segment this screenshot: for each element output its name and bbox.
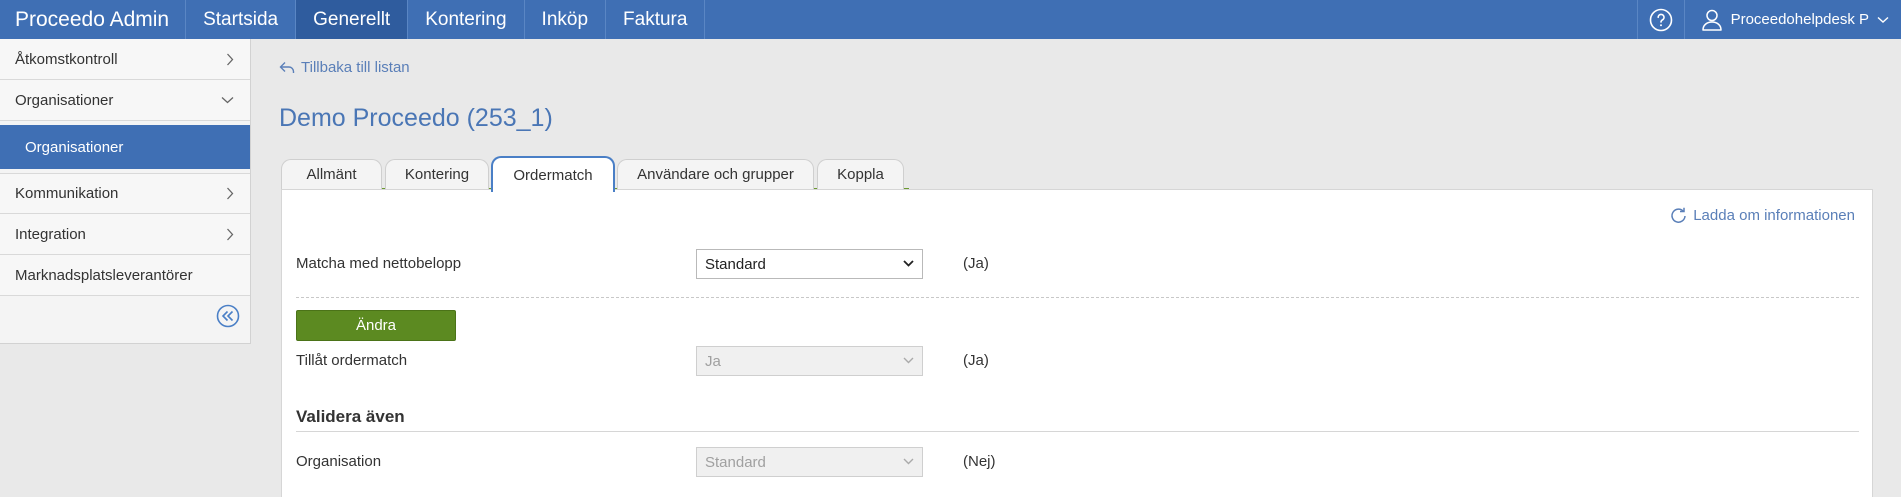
back-link-label: Tillbaka till listan	[301, 59, 410, 76]
nav-kontering[interactable]: Kontering	[408, 0, 525, 39]
tab-kontering[interactable]: Kontering	[385, 159, 489, 189]
chevron-down-icon	[903, 357, 914, 364]
sidebar-collapse-area	[0, 296, 250, 336]
section-divider	[296, 431, 1859, 432]
chevron-down-icon	[903, 458, 914, 465]
reload-info-link[interactable]: Ladda om informationen	[1670, 207, 1855, 224]
sidebar-subitem-organisationer[interactable]: Organisationer	[0, 125, 250, 169]
page-title: Demo Proceedo (253_1)	[279, 104, 553, 132]
organisation-note: (Nej)	[963, 453, 996, 470]
net-amount-value: Standard	[705, 255, 766, 273]
back-arrow-icon	[279, 62, 295, 73]
sidebar: Åtkomstkontroll Organisationer Organisat…	[0, 39, 251, 344]
nav-startsida[interactable]: Startsida	[186, 0, 297, 39]
top-right-area: Proceedohelpdesk P	[1636, 0, 1901, 39]
nav-generellt[interactable]: Generellt	[296, 0, 409, 39]
tab-allmant[interactable]: Allmänt	[281, 159, 382, 189]
chevron-right-icon	[227, 187, 234, 200]
user-icon	[1701, 9, 1722, 31]
sidebar-item-label: Organisationer	[15, 91, 114, 109]
net-amount-label: Matcha med nettobelopp	[296, 255, 462, 272]
back-to-list-link[interactable]: Tillbaka till listan	[279, 59, 410, 76]
net-amount-select[interactable]: Standard	[696, 249, 923, 279]
sidebar-item-label: Integration	[15, 225, 86, 243]
ordermatch-panel: Ladda om informationen Matcha med nettob…	[281, 189, 1873, 497]
sidebar-item-organisationer[interactable]: Organisationer	[0, 80, 250, 121]
nav-inkop[interactable]: Inköp	[525, 0, 607, 39]
nav-faktura[interactable]: Faktura	[606, 0, 706, 39]
organisation-label: Organisation	[296, 453, 382, 470]
chevron-down-icon	[903, 260, 914, 267]
sidebar-item-label: Åtkomstkontroll	[15, 50, 118, 68]
organisation-select: Standard	[696, 447, 923, 477]
chevron-right-icon	[227, 53, 234, 65]
user-menu[interactable]: Proceedohelpdesk P	[1685, 0, 1901, 39]
allow-ordermatch-select: Ja	[696, 346, 923, 376]
sidebar-item-kommunikation[interactable]: Kommunikation	[0, 173, 250, 214]
allow-ordermatch-note: (Ja)	[963, 352, 989, 369]
refresh-icon	[1671, 207, 1686, 223]
allow-ordermatch-label: Tillåt ordermatch	[296, 352, 408, 369]
divider	[296, 297, 1859, 298]
sidebar-item-marknadsplatsleverantorer[interactable]: Marknadsplatsleverantörer	[0, 255, 250, 296]
help-button[interactable]	[1636, 0, 1685, 39]
top-navbar: Proceedo Admin Startsida Generellt Konte…	[0, 0, 1901, 39]
change-button[interactable]: Ändra	[296, 310, 456, 341]
help-icon	[1649, 8, 1672, 31]
chevron-right-icon	[227, 228, 234, 240]
allow-ordermatch-value: Ja	[705, 352, 721, 370]
user-name: Proceedohelpdesk P	[1730, 11, 1869, 28]
sidebar-item-label: Kommunikation	[15, 185, 119, 202]
sidebar-item-atkomstkontroll[interactable]: Åtkomstkontroll	[0, 39, 250, 80]
collapse-sidebar-icon[interactable]	[216, 304, 240, 328]
tab-bar: Allmänt Kontering Ordermatch Användare o…	[281, 156, 909, 192]
validate-section-title: Validera även	[296, 407, 405, 426]
chevron-down-icon	[1877, 16, 1889, 23]
sidebar-item-label: Marknadsplatsleverantörer	[15, 266, 193, 284]
organisation-value: Standard	[705, 453, 766, 471]
tab-anvandare-och-grupper[interactable]: Användare och grupper	[617, 159, 814, 189]
tab-ordermatch[interactable]: Ordermatch	[491, 156, 615, 192]
tab-koppla[interactable]: Koppla	[817, 159, 904, 189]
net-amount-note: (Ja)	[963, 255, 989, 272]
sidebar-item-integration[interactable]: Integration	[0, 214, 250, 255]
chevron-down-icon	[221, 97, 234, 104]
reload-link-label: Ladda om informationen	[1693, 207, 1855, 224]
app-title[interactable]: Proceedo Admin	[0, 0, 187, 39]
